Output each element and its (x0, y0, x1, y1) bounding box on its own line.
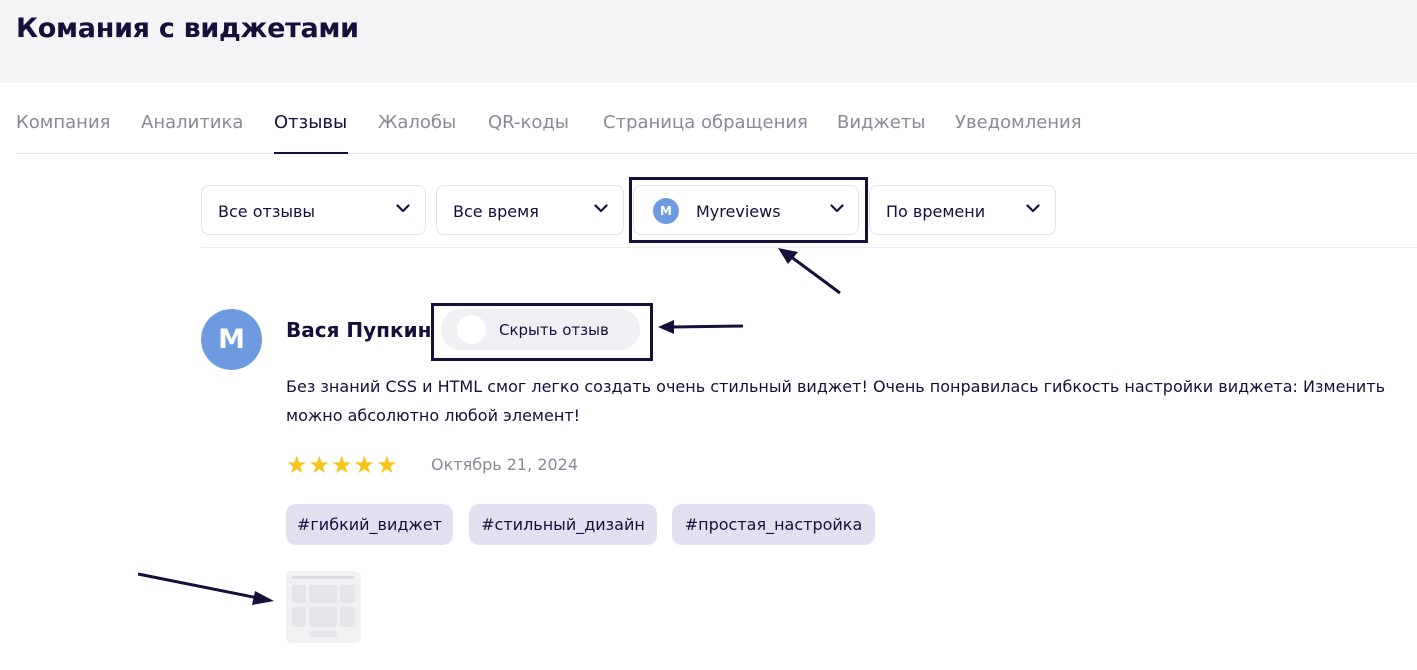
tab-bar: Компания Аналитика Отзывы Жалобы QR-коды… (16, 100, 1417, 154)
page-header: Комания с виджетами (0, 0, 1417, 83)
review-image-thumbnail[interactable] (286, 571, 361, 643)
review-date: Октябрь 21, 2024 (431, 455, 578, 474)
star-icon: ★ (286, 451, 308, 479)
tab-reviews[interactable]: Отзывы (274, 112, 347, 133)
review-text: Без знаний CSS и HTML смог легко создать… (286, 377, 1386, 425)
sort-select[interactable]: По времени (869, 185, 1056, 235)
tab-analytics[interactable]: Аналитика (141, 112, 243, 133)
chevron-down-icon (396, 204, 410, 213)
star-icon: ★ (353, 451, 376, 479)
tag-stylish-design[interactable]: #стильный_дизайн (469, 504, 657, 545)
tab-notifications[interactable]: Уведомления (955, 112, 1082, 133)
source-select-highlight (629, 177, 868, 243)
star-icon: ★ (376, 451, 398, 479)
arrow-icon (778, 248, 841, 295)
review-type-select[interactable]: Все отзывы (201, 185, 426, 235)
tab-qr-codes[interactable]: QR-коды (488, 112, 569, 133)
review-type-value: Все отзывы (218, 202, 316, 221)
star-icon: ★ (331, 451, 353, 479)
thumbnail-cell (309, 607, 337, 627)
tag-flexible-widget[interactable]: #гибкий_виджет (286, 504, 453, 545)
tab-complaints[interactable]: Жалобы (378, 112, 456, 133)
rating-stars: ★★★★★ (286, 452, 399, 478)
period-value: Все время (453, 202, 539, 221)
thumbnail-cell (309, 631, 337, 637)
hide-toggle-highlight (431, 303, 653, 361)
thumbnail-cell (309, 585, 337, 603)
period-select[interactable]: Все время (436, 185, 624, 235)
review-author: Вася Пупкин (286, 318, 432, 342)
tab-request-page[interactable]: Страница обращения (603, 112, 808, 133)
active-tab-indicator (274, 152, 348, 154)
tag-simple-setup[interactable]: #простая_настройка (672, 504, 875, 545)
arrow-icon (658, 320, 744, 334)
thumbnail-header-bar (292, 576, 354, 579)
page-title: Комания с виджетами (16, 13, 359, 44)
chevron-down-icon (1026, 204, 1040, 213)
chevron-down-icon (594, 204, 608, 213)
thumbnail-cell (340, 585, 355, 603)
tab-widgets[interactable]: Виджеты (837, 112, 925, 133)
filters-divider (201, 247, 1417, 248)
avatar: M (201, 309, 262, 370)
tab-company[interactable]: Компания (16, 112, 110, 133)
arrow-icon (137, 572, 274, 605)
thumbnail-cell (292, 585, 306, 603)
thumbnail-cell (292, 607, 306, 627)
thumbnail-cell (340, 607, 355, 627)
sort-value: По времени (886, 202, 986, 221)
star-icon: ★ (308, 451, 331, 479)
